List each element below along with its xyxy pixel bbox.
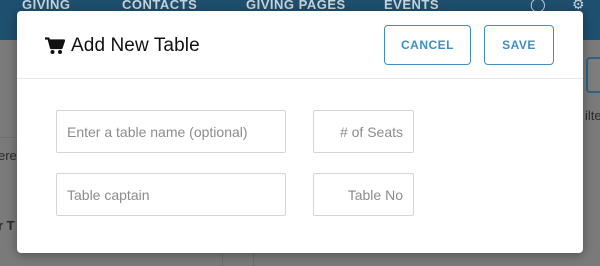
table-captain-input[interactable] [56,173,286,216]
add-table-modal: Add New Table CANCEL SAVE [17,11,583,253]
cart-icon [45,37,65,54]
divider [253,253,254,266]
cancel-button[interactable]: CANCEL [384,25,471,65]
modal-header: Add New Table CANCEL SAVE [17,11,583,79]
modal-title-group: Add New Table [45,35,200,57]
modal-title: Add New Table [71,35,200,56]
table-name-input[interactable] [56,110,286,153]
background-text: r T [0,218,15,233]
background-button[interactable] [586,57,600,93]
background-text: ilte [585,108,600,123]
background-text: ere [0,148,17,163]
seats-input[interactable] [313,110,414,153]
divider [0,137,17,138]
table-number-input[interactable] [313,173,414,216]
save-button[interactable]: SAVE [484,25,554,65]
divider [222,253,223,266]
